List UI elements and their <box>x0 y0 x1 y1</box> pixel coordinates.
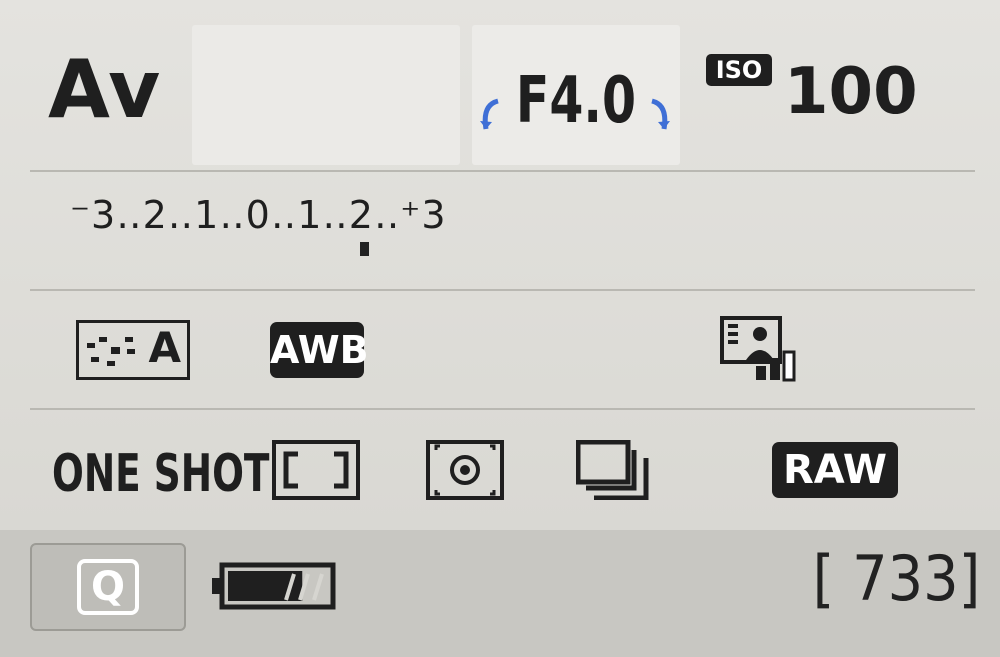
shots-remaining: [ 733] <box>812 542 980 615</box>
battery-icon <box>212 562 336 610</box>
scene-auto-icon <box>87 337 135 366</box>
auto-lighting-optimizer-icon[interactable] <box>720 316 804 382</box>
af-operation[interactable]: ONE SHOT <box>52 448 269 500</box>
quick-control-button[interactable]: Q <box>30 543 186 631</box>
divider <box>30 408 975 410</box>
aperture-value: F4.0 <box>515 64 637 138</box>
shutter-speed-slot[interactable] <box>192 25 460 165</box>
camera-lcd-screen: Av F4.0 ISO 100 ⁻3‥2‥1‥0‥1‥2‥⁺3 A AWB ON… <box>0 0 1000 657</box>
exposure-level-scale[interactable]: ⁻3‥2‥1‥0‥1‥2‥⁺3 <box>70 196 447 234</box>
continuous-drive-icon[interactable] <box>576 440 652 500</box>
evaluative-metering-icon[interactable] <box>426 440 504 500</box>
image-quality-badge[interactable]: RAW <box>772 442 898 498</box>
picture-style-label: A <box>148 323 181 372</box>
shooting-mode: Av <box>48 43 162 136</box>
divider <box>30 289 975 291</box>
white-balance-badge[interactable]: AWB <box>270 322 369 378</box>
exposure-level-marker <box>360 242 369 256</box>
af-area-bracket-icon[interactable] <box>272 440 360 500</box>
iso-value[interactable]: 100 <box>784 60 918 124</box>
picture-style-auto[interactable]: A <box>76 320 190 380</box>
dial-right-icon <box>651 98 670 130</box>
divider <box>30 170 975 172</box>
aperture-setting[interactable]: F4.0 <box>472 25 680 165</box>
iso-badge: ISO <box>706 54 772 86</box>
quick-control-label: Q <box>77 559 139 615</box>
